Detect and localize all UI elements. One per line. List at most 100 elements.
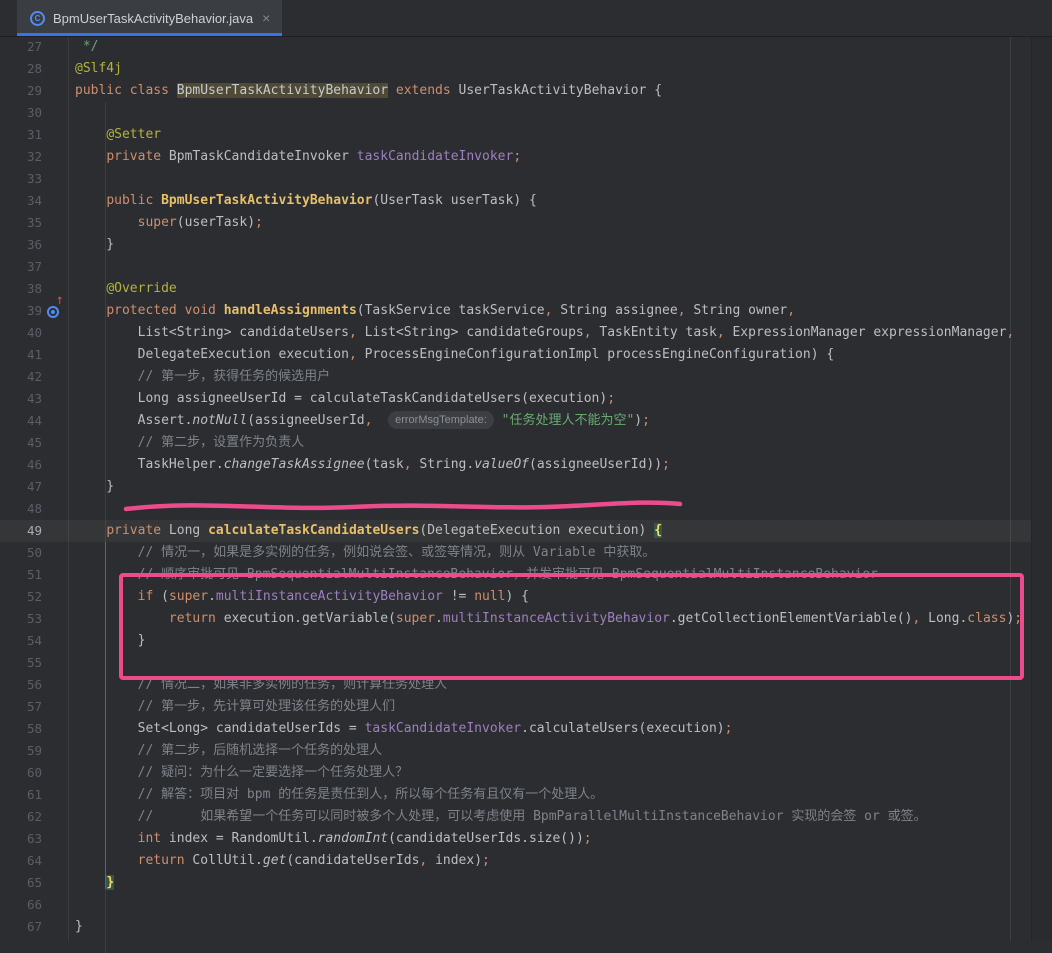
gutter[interactable]: 28: [0, 58, 68, 80]
gutter[interactable]: 67: [0, 916, 68, 938]
gutter[interactable]: 66: [0, 894, 68, 916]
line-number[interactable]: 47: [0, 476, 42, 498]
gutter[interactable]: 41: [0, 344, 68, 366]
line-number[interactable]: 38: [0, 278, 42, 300]
gutter[interactable]: 53: [0, 608, 68, 630]
line-number[interactable]: 61: [0, 784, 42, 806]
code-line[interactable]: 29public class BpmUserTaskActivityBehavi…: [0, 80, 1032, 102]
code-line[interactable]: 59 // 第二步，后随机选择一个任务的处理人: [0, 740, 1032, 762]
code-line[interactable]: 49 private Long calculateTaskCandidateUs…: [0, 520, 1032, 542]
gutter[interactable]: 62: [0, 806, 68, 828]
code-line[interactable]: 45 // 第二步，设置作为负责人: [0, 432, 1032, 454]
gutter[interactable]: 39↑: [0, 300, 68, 322]
line-number[interactable]: 40: [0, 322, 42, 344]
line-number[interactable]: 48: [0, 498, 42, 520]
line-number[interactable]: 44: [0, 410, 42, 432]
code-line[interactable]: 33: [0, 168, 1032, 190]
gutter[interactable]: 32: [0, 146, 68, 168]
line-number[interactable]: 51: [0, 564, 42, 586]
gutter[interactable]: 57: [0, 696, 68, 718]
tab-bpm-user-task-activity-behavior[interactable]: C BpmUserTaskActivityBehavior.java ×: [17, 0, 282, 36]
gutter[interactable]: 47: [0, 476, 68, 498]
code-editor[interactable]: 27 */28@Slf4j29public class BpmUserTaskA…: [0, 36, 1052, 941]
gutter[interactable]: 63: [0, 828, 68, 850]
line-number[interactable]: 35: [0, 212, 42, 234]
line-number[interactable]: 36: [0, 234, 42, 256]
line-number[interactable]: 58: [0, 718, 42, 740]
gutter[interactable]: 61: [0, 784, 68, 806]
line-number[interactable]: 41: [0, 344, 42, 366]
line-number[interactable]: 60: [0, 762, 42, 784]
gutter[interactable]: 27: [0, 36, 68, 58]
code-line[interactable]: 40 List<String> candidateUsers, List<Str…: [0, 322, 1032, 344]
line-number[interactable]: 45: [0, 432, 42, 454]
code-line[interactable]: 37: [0, 256, 1032, 278]
gutter[interactable]: 37: [0, 256, 68, 278]
gutter[interactable]: 45: [0, 432, 68, 454]
code-line[interactable]: 61 // 解答：项目对 bpm 的任务是责任到人，所以每个任务有且仅有一个处理…: [0, 784, 1032, 806]
code-line[interactable]: 67}: [0, 916, 1032, 938]
code-line[interactable]: 63 int index = RandomUtil.randomInt(cand…: [0, 828, 1032, 850]
gutter[interactable]: 35: [0, 212, 68, 234]
code-line[interactable]: 30: [0, 102, 1032, 124]
override-icon[interactable]: ↑: [47, 304, 62, 319]
line-number[interactable]: 56: [0, 674, 42, 696]
line-number[interactable]: 59: [0, 740, 42, 762]
code-line[interactable]: 62 // 如果希望一个任务可以同时被多个人处理，可以考虑使用 BpmParal…: [0, 806, 1032, 828]
gutter[interactable]: 33: [0, 168, 68, 190]
gutter[interactable]: 48: [0, 498, 68, 520]
code-line[interactable]: 31 @Setter: [0, 124, 1032, 146]
gutter[interactable]: 36: [0, 234, 68, 256]
gutter[interactable]: 55: [0, 652, 68, 674]
line-number[interactable]: 34: [0, 190, 42, 212]
scrollbar-track[interactable]: [1031, 36, 1052, 941]
line-number[interactable]: 63: [0, 828, 42, 850]
gutter[interactable]: 59: [0, 740, 68, 762]
gutter[interactable]: 64: [0, 850, 68, 872]
line-number[interactable]: 33: [0, 168, 42, 190]
code-line[interactable]: 35 super(userTask);: [0, 212, 1032, 234]
line-number[interactable]: 37: [0, 256, 42, 278]
code-line[interactable]: 36 }: [0, 234, 1032, 256]
code-line[interactable]: 43 Long assigneeUserId = calculateTaskCa…: [0, 388, 1032, 410]
code-line[interactable]: 42 // 第一步，获得任务的候选用户: [0, 366, 1032, 388]
gutter[interactable]: 30: [0, 102, 68, 124]
gutter[interactable]: 40: [0, 322, 68, 344]
code-line[interactable]: 58 Set<Long> candidateUserIds = taskCand…: [0, 718, 1032, 740]
line-number[interactable]: 65: [0, 872, 42, 894]
line-number[interactable]: 62: [0, 806, 42, 828]
gutter[interactable]: 31: [0, 124, 68, 146]
line-number[interactable]: 43: [0, 388, 42, 410]
code-line[interactable]: 66: [0, 894, 1032, 916]
gutter[interactable]: 54: [0, 630, 68, 652]
line-number[interactable]: 46: [0, 454, 42, 476]
line-number[interactable]: 55: [0, 652, 42, 674]
line-number[interactable]: 57: [0, 696, 42, 718]
code-line[interactable]: 27 */: [0, 36, 1032, 58]
line-number[interactable]: 64: [0, 850, 42, 872]
line-number[interactable]: 32: [0, 146, 42, 168]
gutter[interactable]: 42: [0, 366, 68, 388]
line-number[interactable]: 54: [0, 630, 42, 652]
line-number[interactable]: 31: [0, 124, 42, 146]
line-number[interactable]: 30: [0, 102, 42, 124]
line-number[interactable]: 53: [0, 608, 42, 630]
code-line[interactable]: 44 Assert.notNull(assigneeUserId, errorM…: [0, 410, 1032, 432]
code-line[interactable]: 28@Slf4j: [0, 58, 1032, 80]
line-number[interactable]: 27: [0, 36, 42, 58]
code-line[interactable]: 50 // 情况一，如果是多实例的任务，例如说会签、或签等情况，则从 Varia…: [0, 542, 1032, 564]
code-line[interactable]: 64 return CollUtil.get(candidateUserIds,…: [0, 850, 1032, 872]
line-number[interactable]: 50: [0, 542, 42, 564]
line-number[interactable]: 28: [0, 58, 42, 80]
code-line[interactable]: 38 @Override: [0, 278, 1032, 300]
gutter[interactable]: 43: [0, 388, 68, 410]
code-line[interactable]: 39↑ protected void handleAssignments(Tas…: [0, 300, 1032, 322]
line-number[interactable]: 66: [0, 894, 42, 916]
code-line[interactable]: 60 // 疑问：为什么一定要选择一个任务处理人？: [0, 762, 1032, 784]
gutter[interactable]: 65: [0, 872, 68, 894]
line-number[interactable]: 67: [0, 916, 42, 938]
gutter[interactable]: 58: [0, 718, 68, 740]
close-icon[interactable]: ×: [262, 10, 270, 26]
code-line[interactable]: 46 TaskHelper.changeTaskAssignee(task, S…: [0, 454, 1032, 476]
line-number[interactable]: 29: [0, 80, 42, 102]
